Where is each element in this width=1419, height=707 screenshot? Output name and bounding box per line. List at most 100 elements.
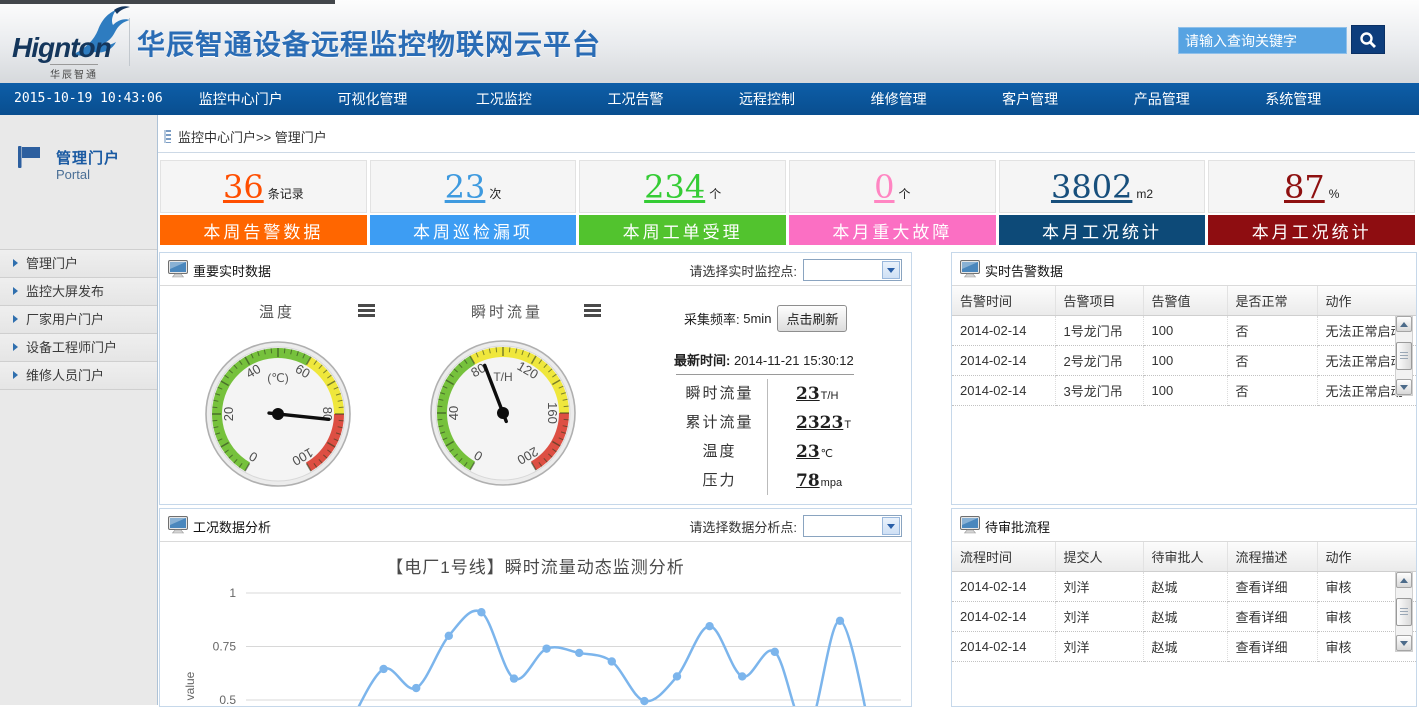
alarm-time-cell: 2014-02-14 xyxy=(952,376,1055,406)
table-row[interactable]: 2014-02-14 2号龙门吊 100 否 无法正常启动 xyxy=(952,346,1416,376)
stat-number-link[interactable]: 23 xyxy=(445,171,486,203)
scroll-down-button[interactable] xyxy=(1396,635,1412,651)
table-column-header[interactable]: 告警值 xyxy=(1143,286,1227,316)
sidebar-item[interactable]: 设备工程师门户 xyxy=(0,334,157,362)
table-scrollbar[interactable] xyxy=(1395,315,1413,396)
stat-value-area: 3802 m2 xyxy=(999,160,1206,213)
svg-text:(℃): (℃) xyxy=(267,371,288,385)
metric-value: 23℃ xyxy=(768,442,833,462)
table-column-header[interactable]: 告警项目 xyxy=(1055,286,1143,316)
metric-value-link[interactable]: 23 xyxy=(796,384,820,404)
stat-number-link[interactable]: 36 xyxy=(223,171,264,203)
nav-item[interactable]: 监控中心门户 xyxy=(175,83,307,115)
stat-unit: m2 xyxy=(1136,187,1153,201)
search-input[interactable] xyxy=(1178,27,1347,54)
metric-value-link[interactable]: 23 xyxy=(796,442,820,462)
gauge-title-temperature: 温度 xyxy=(259,301,295,322)
monitor-point-select[interactable] xyxy=(803,259,902,281)
alarm-normal-cell: 否 xyxy=(1227,376,1317,406)
stat-number-link[interactable]: 0 xyxy=(874,171,894,203)
refresh-button[interactable]: 点击刷新 xyxy=(777,305,847,332)
sidebar-item[interactable]: 维修人员门户 xyxy=(0,362,157,390)
stat-number-link[interactable]: 234 xyxy=(644,171,705,203)
scroll-up-button[interactable] xyxy=(1396,316,1412,332)
metric-value-link[interactable]: 78 xyxy=(796,471,820,491)
scroll-thumb[interactable] xyxy=(1396,598,1412,626)
logo-subtext: 华辰智通 xyxy=(50,64,98,81)
metric-value-link[interactable]: 2323 xyxy=(796,413,843,433)
stat-unit: 个 xyxy=(899,185,911,202)
table-column-header[interactable]: 动作 xyxy=(1317,286,1416,316)
scroll-thumb[interactable] xyxy=(1396,342,1412,370)
table-column-header[interactable]: 待审批人 xyxy=(1143,542,1227,572)
alarm-value-cell: 100 xyxy=(1143,346,1227,376)
stat-label-bar: 本周巡检漏项 xyxy=(370,215,577,245)
stat-number-link[interactable]: 87 xyxy=(1284,171,1325,203)
flow-detail-link[interactable]: 查看详细 xyxy=(1227,632,1317,662)
sidebar-item-label: 管理门户 xyxy=(26,256,78,271)
metric-row: 压力 78mpa xyxy=(672,466,897,495)
scroll-down-button[interactable] xyxy=(1396,379,1412,395)
hamburger-menu-icon[interactable] xyxy=(584,304,601,307)
analysis-point-select[interactable] xyxy=(803,515,902,537)
nav-item[interactable]: 远程控制 xyxy=(701,83,833,115)
portal-title: 管理门户 xyxy=(56,147,120,168)
monitor-icon xyxy=(960,260,980,278)
monitor-icon xyxy=(168,260,188,278)
table-scrollbar[interactable] xyxy=(1395,571,1413,652)
svg-text:value: value xyxy=(183,671,197,700)
table-row[interactable]: 2014-02-14 刘洋 赵城 查看详细 审核 xyxy=(952,602,1416,632)
approval-panel: 待审批流程 流程时间提交人待审批人流程描述动作 2014-02-14 刘洋 赵城… xyxy=(951,508,1417,707)
table-row[interactable]: 2014-02-14 刘洋 赵城 查看详细 审核 xyxy=(952,572,1416,602)
flow-detail-link[interactable]: 查看详细 xyxy=(1227,572,1317,602)
alarm-item-cell: 3号龙门吊 xyxy=(1055,376,1143,406)
table-row[interactable]: 2014-02-14 1号龙门吊 100 否 无法正常启动 xyxy=(952,316,1416,346)
table-column-header[interactable]: 是否正常 xyxy=(1227,286,1317,316)
sidebar-item[interactable]: 监控大屏发布 xyxy=(0,278,157,306)
panel-title: 重要实时数据 xyxy=(193,261,271,280)
flow-line-chart: 10.750.5value xyxy=(160,541,911,707)
table-column-header[interactable]: 动作 xyxy=(1317,542,1416,572)
stat-number-link[interactable]: 3802 xyxy=(1051,171,1132,203)
svg-text:0.75: 0.75 xyxy=(213,640,237,654)
alarm-normal-cell: 否 xyxy=(1227,346,1317,376)
flow-detail-link[interactable]: 查看详细 xyxy=(1227,602,1317,632)
svg-text:20: 20 xyxy=(221,407,236,421)
stat-value-area: 234 个 xyxy=(579,160,786,213)
metric-name: 压力 xyxy=(672,466,768,495)
nav-item[interactable]: 产品管理 xyxy=(1096,83,1228,115)
hamburger-menu-icon[interactable] xyxy=(358,304,375,307)
analysis-panel: 工况数据分析 请选择数据分析点: 【电厂1号线】瞬时流量动态监测分析 10.75… xyxy=(159,508,912,707)
nav-item[interactable]: 维修管理 xyxy=(833,83,965,115)
logo[interactable]: Hignton 华辰智通 xyxy=(12,6,142,80)
chevron-down-icon[interactable] xyxy=(882,261,900,279)
nav-item[interactable]: 客户管理 xyxy=(964,83,1096,115)
stat-card: 87 % 本月工况统计 xyxy=(1208,160,1415,245)
stat-label-bar: 本周工单受理 xyxy=(579,215,786,245)
chevron-down-icon[interactable] xyxy=(882,517,900,535)
sidebar-item[interactable]: 厂家用户门户 xyxy=(0,306,157,334)
nav-item[interactable]: 可视化管理 xyxy=(307,83,439,115)
nav-item[interactable]: 工况监控 xyxy=(438,83,570,115)
table-column-header[interactable]: 告警时间 xyxy=(952,286,1055,316)
chevron-right-icon xyxy=(13,259,18,267)
approval-table: 流程时间提交人待审批人流程描述动作 2014-02-14 刘洋 赵城 查看详细 … xyxy=(952,542,1416,662)
table-column-header[interactable]: 流程时间 xyxy=(952,542,1055,572)
scroll-up-button[interactable] xyxy=(1396,572,1412,588)
latest-time-value: 2014-11-21 15:30:12 xyxy=(734,353,854,368)
table-column-header[interactable]: 流程描述 xyxy=(1227,542,1317,572)
datetime: 2015-10-19 10:43:06 xyxy=(14,91,163,106)
sidebar-item[interactable]: 管理门户 xyxy=(0,250,157,278)
nav-item[interactable]: 工况告警 xyxy=(570,83,702,115)
table-column-header[interactable]: 提交人 xyxy=(1055,542,1143,572)
table-row[interactable]: 2014-02-14 3号龙门吊 100 否 无法正常启动 xyxy=(952,376,1416,406)
stat-label-bar: 本月工况统计 xyxy=(999,215,1206,245)
alarm-table: 告警时间告警项目告警值是否正常动作 2014-02-14 1号龙门吊 100 否… xyxy=(952,286,1416,406)
nav-item[interactable]: 系统管理 xyxy=(1228,83,1360,115)
metric-name: 累计流量 xyxy=(672,408,768,437)
breadcrumb-divider xyxy=(158,152,1415,153)
alarm-data-panel: 实时告警数据 告警时间告警项目告警值是否正常动作 2014-02-14 1号龙门… xyxy=(951,252,1417,505)
platform-title: 华辰智通设备远程监控物联网云平台 xyxy=(137,23,601,63)
search-button[interactable] xyxy=(1351,25,1385,54)
table-row[interactable]: 2014-02-14 刘洋 赵城 查看详细 审核 xyxy=(952,632,1416,662)
